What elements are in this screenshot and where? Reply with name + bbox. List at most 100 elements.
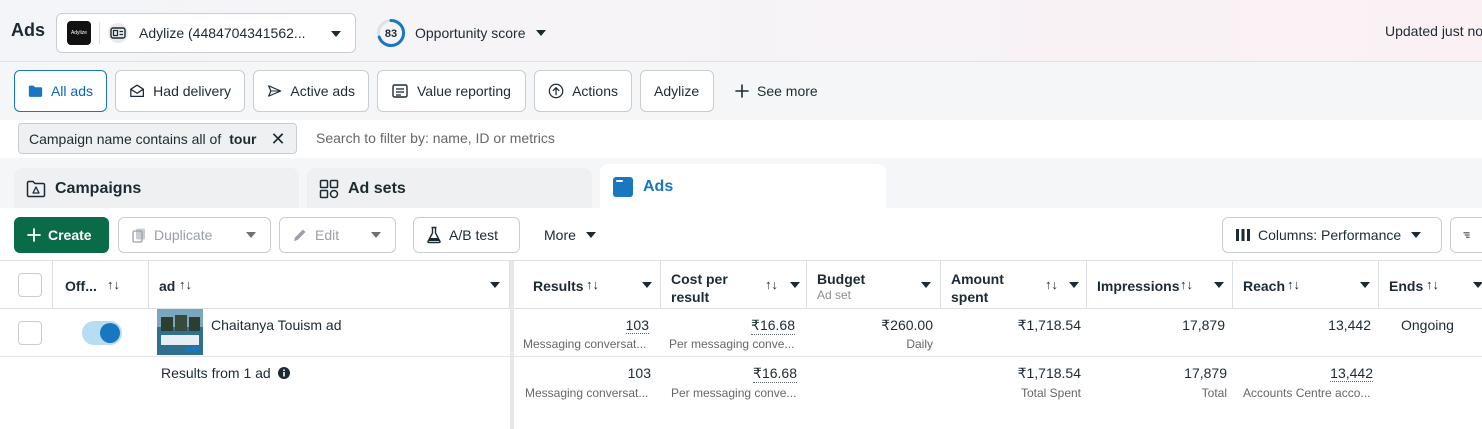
report-icon <box>392 84 408 98</box>
tab-value-reporting[interactable]: Value reporting <box>377 70 526 112</box>
summary-amount-subtext: Total Spent <box>1020 386 1081 400</box>
duplicate-label: Duplicate <box>154 227 213 243</box>
more-button[interactable]: More <box>532 217 612 253</box>
see-more-button[interactable]: See more <box>722 70 832 112</box>
campaign-folder-icon <box>26 180 46 198</box>
divider <box>99 22 100 44</box>
sort-icon[interactable]: ↑↓ <box>586 277 599 292</box>
column-header-off-on[interactable]: Off... ↑↓ <box>53 261 149 309</box>
columns-icon <box>1236 229 1250 241</box>
ad-name-link[interactable]: Chaitanya Touism ad <box>211 317 341 333</box>
ads-table: Off... ↑↓ ad ↑↓ Results ↑↓ Cost per resu… <box>0 260 1482 429</box>
chevron-down-icon[interactable] <box>1069 282 1079 288</box>
tab-ads[interactable]: Ads <box>600 164 886 210</box>
column-header-reach[interactable]: Reach ↑↓ <box>1233 261 1379 309</box>
row-divider <box>0 356 1482 357</box>
create-button[interactable]: Create <box>14 217 109 253</box>
budget-subtext: Daily <box>906 337 933 351</box>
columns-selector[interactable]: Columns: Performance <box>1222 217 1442 253</box>
envelope-icon <box>130 84 145 98</box>
opportunity-score-button[interactable]: 83 Opportunity score <box>376 18 546 48</box>
edit-button[interactable]: Edit <box>279 217 357 253</box>
frozen-column-divider[interactable] <box>510 261 514 429</box>
info-icon[interactable] <box>277 367 290 379</box>
tab-label: Adylize <box>654 83 700 99</box>
chevron-down-icon[interactable] <box>642 282 652 288</box>
flask-icon <box>427 226 441 244</box>
column-label: Amount <box>951 271 1004 287</box>
ab-test-button[interactable]: A/B test <box>413 217 520 253</box>
cost-per-result-value[interactable]: ₹16.68 <box>751 317 795 335</box>
column-header-budget[interactable]: Budget Ad set <box>807 261 941 309</box>
tab-label: Ads <box>643 178 674 195</box>
sort-icon[interactable]: ↑↓ <box>1045 277 1058 292</box>
column-header-cost-per-result[interactable]: Cost per result ↑↓ <box>661 261 807 309</box>
table-toolbar: Create Duplicate Edit A/B test More Colu… <box>0 208 1482 260</box>
column-label: Results <box>533 278 584 294</box>
tab-campaigns[interactable]: Campaigns <box>14 168 299 210</box>
tab-label: Active ads <box>290 83 355 99</box>
duplicate-button[interactable]: Duplicate <box>118 217 232 253</box>
filter-tabs-row: All ads Had delivery Active ads Value re… <box>0 62 1482 120</box>
sort-icon[interactable]: ↑↓ <box>1287 277 1300 292</box>
filter-chip-prefix: Campaign name contains all of <box>29 130 222 147</box>
search-input[interactable]: Search to filter by: name, ID or metrics <box>316 130 555 146</box>
chevron-down-icon[interactable] <box>921 282 931 288</box>
tab-label: Campaigns <box>55 180 142 197</box>
sort-icon[interactable]: ↑↓ <box>107 277 120 292</box>
row-checkbox[interactable] <box>18 321 42 345</box>
sort-icon[interactable]: ↑↓ <box>765 277 778 292</box>
edit-dropdown[interactable] <box>356 217 396 253</box>
column-header-ends[interactable]: Ends ↑↓ <box>1379 261 1482 309</box>
summary-label: Results from 1 ad <box>161 365 290 381</box>
ad-account-selector[interactable]: Adylize Adylize (4484704341562... <box>56 13 356 53</box>
impressions-value: 17,879 <box>1182 317 1225 333</box>
column-label: ad <box>159 278 176 294</box>
column-label: result <box>671 289 710 305</box>
column-header-amount-spent[interactable]: Amount spent ↑↓ <box>941 261 1087 309</box>
chevron-down-icon[interactable] <box>1214 282 1224 288</box>
chevron-down-icon[interactable] <box>490 282 500 288</box>
chevron-down-icon <box>331 31 341 37</box>
select-all-checkbox[interactable] <box>18 273 42 297</box>
chevron-down-icon[interactable] <box>1360 282 1370 288</box>
chevron-down-icon <box>245 232 256 238</box>
tab-actions[interactable]: Actions <box>534 70 632 112</box>
sort-icon[interactable]: ↑↓ <box>179 277 192 292</box>
tab-label: Ad sets <box>348 180 406 197</box>
folder-icon <box>28 85 43 97</box>
ends-value: Ongoing <box>1401 317 1454 333</box>
sort-icon[interactable]: ↑↓ <box>1426 277 1439 292</box>
column-label: Impressions <box>1097 278 1180 294</box>
chevron-down-icon[interactable] <box>790 282 800 288</box>
tab-had-delivery[interactable]: Had delivery <box>115 70 245 112</box>
chevron-down-icon[interactable] <box>1473 282 1482 288</box>
ad-status-toggle[interactable] <box>82 321 122 345</box>
tab-ad-sets[interactable]: Ad sets <box>307 168 592 210</box>
close-icon[interactable]: ✕ <box>270 130 285 148</box>
column-header-ad[interactable]: ad ↑↓ <box>149 261 510 309</box>
ab-test-label: A/B test <box>449 227 499 243</box>
duplicate-dropdown[interactable] <box>231 217 271 253</box>
summary-reach-value[interactable]: 13,442 <box>1330 365 1373 382</box>
breakdown-button[interactable] <box>1450 217 1482 253</box>
updated-status: Updated just no <box>1385 23 1482 39</box>
breakdown-icon <box>1463 232 1470 238</box>
column-header-impressions[interactable]: Impressions ↑↓ <box>1087 261 1233 309</box>
ad-thumbnail <box>157 309 203 355</box>
summary-reach-subtext: Accounts Centre acco... <box>1243 386 1371 400</box>
tab-active-ads[interactable]: Active ads <box>253 70 369 112</box>
ad-window-icon <box>613 177 633 197</box>
tab-label: Actions <box>572 83 618 99</box>
tab-all-ads[interactable]: All ads <box>14 70 107 112</box>
account-logo: Adylize <box>67 21 91 45</box>
column-label: Ends <box>1389 278 1424 294</box>
upload-circle-icon <box>548 83 564 99</box>
results-value[interactable]: 103 <box>625 317 649 334</box>
tab-adylize[interactable]: Adylize <box>640 70 714 112</box>
summary-cost-value[interactable]: ₹16.68 <box>753 365 797 383</box>
column-header-results[interactable]: Results ↑↓ <box>514 261 661 309</box>
filter-chip[interactable]: Campaign name contains all of tour ✕ <box>18 123 297 154</box>
sort-icon[interactable]: ↑↓ <box>1180 277 1193 292</box>
summary-label-text: Results from 1 ad <box>161 365 271 381</box>
